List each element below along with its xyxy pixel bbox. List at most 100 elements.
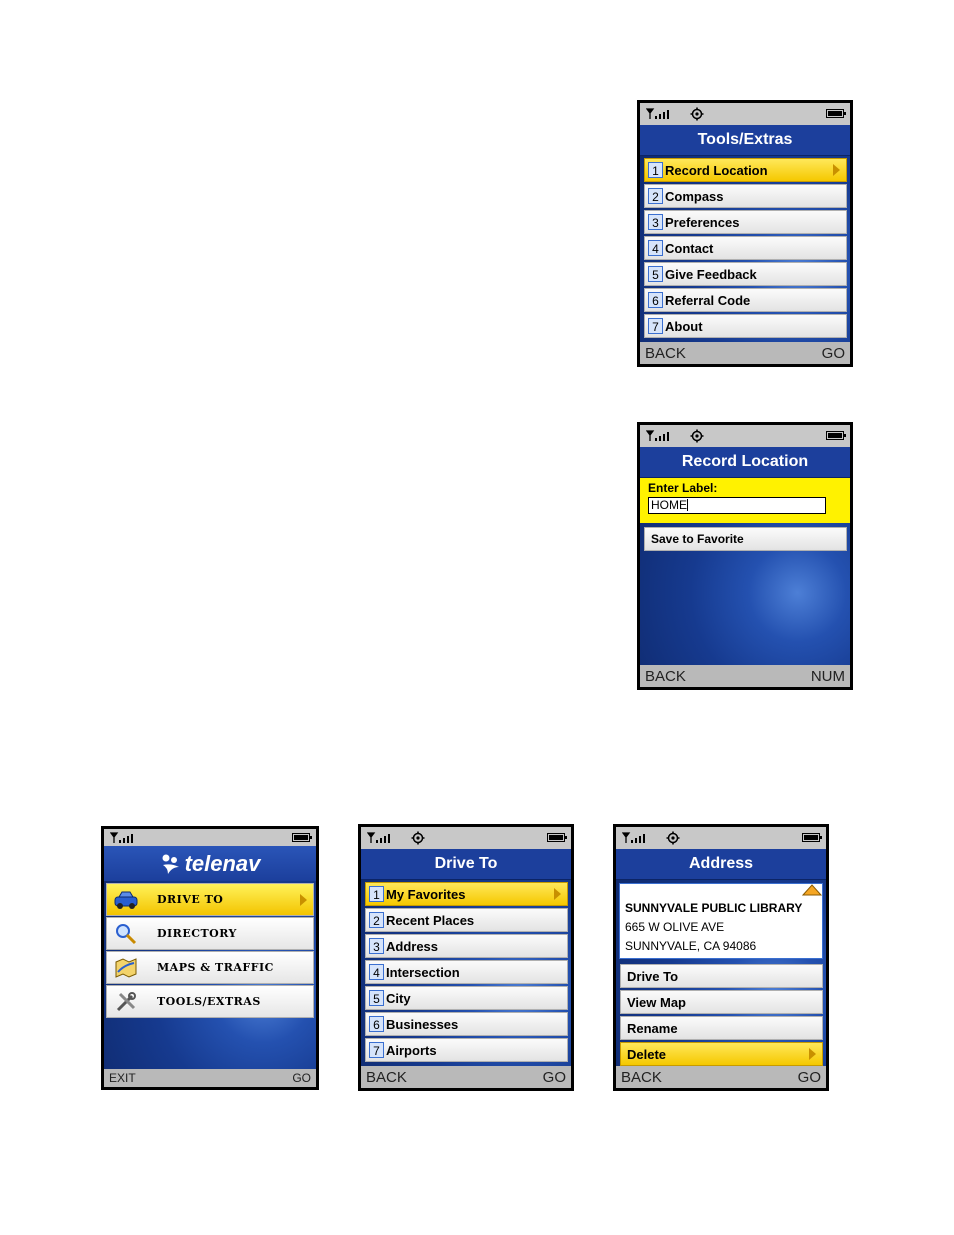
- street-address: 665 W OLIVE AVE: [625, 920, 725, 934]
- chevron-right-icon: [809, 1048, 816, 1060]
- menu-item-record-location[interactable]: 1 Record Location: [644, 158, 847, 182]
- item-number: 2: [648, 188, 663, 204]
- screen-title: Address: [616, 849, 826, 880]
- label-input-value: HOME: [651, 498, 687, 512]
- menu-item-my-favorites[interactable]: 1 My Favorites: [365, 882, 568, 906]
- action-list: Drive To View Map Rename Delete: [616, 962, 826, 1068]
- menu-item-recent-places[interactable]: 2 Recent Places: [365, 908, 568, 932]
- item-label: Delete: [627, 1046, 667, 1062]
- menu-item-preferences[interactable]: 3 Preferences: [644, 210, 847, 234]
- menu-item-referral-code[interactable]: 6 Referral Code: [644, 288, 847, 312]
- item-label: Give Feedback: [665, 266, 757, 282]
- city-state-zip: SUNNYVALE, CA 94086: [625, 939, 757, 953]
- status-bar: [640, 103, 850, 125]
- menu-item-businesses[interactable]: 6 Businesses: [365, 1012, 568, 1036]
- item-number: 3: [369, 938, 384, 954]
- go-softkey[interactable]: GO: [798, 1069, 821, 1086]
- softkey-bar: EXIT GO: [104, 1069, 316, 1087]
- item-number: 7: [648, 318, 663, 334]
- item-label: MAPS & TRAFFIC: [157, 961, 274, 974]
- status-bar: [616, 827, 826, 849]
- car-icon: [113, 889, 139, 911]
- telenav-logo-icon: [162, 854, 179, 874]
- battery-icon: [826, 109, 846, 118]
- battery-icon: [292, 833, 312, 842]
- softkey-bar: BACK NUM: [640, 665, 850, 687]
- chevron-right-icon: [833, 164, 840, 176]
- item-label: Recent Places: [386, 912, 475, 928]
- main-menu-list: DRIVE TO DIRECTORY MAPS & TRAFFIC TOOLS/…: [104, 882, 316, 1019]
- softkey-bar: BACK GO: [361, 1066, 571, 1088]
- chevron-right-icon: [300, 894, 307, 906]
- menu-item-city[interactable]: 5 City: [365, 986, 568, 1010]
- item-label: Referral Code: [665, 292, 751, 308]
- drive-to-button[interactable]: Drive To: [620, 964, 823, 988]
- go-softkey[interactable]: GO: [292, 1071, 311, 1085]
- tools-icon: [113, 991, 139, 1013]
- back-softkey[interactable]: BACK: [645, 668, 686, 685]
- item-number: 5: [648, 266, 663, 282]
- telenav-logo-text: telenav: [184, 850, 261, 876]
- item-label: DRIVE TO: [157, 893, 224, 906]
- signal-icon: [367, 832, 393, 844]
- place-name: SUNNYVALE PUBLIC LIBRARY: [625, 901, 803, 915]
- item-label: My Favorites: [386, 886, 466, 902]
- num-softkey[interactable]: NUM: [811, 668, 845, 685]
- delete-button[interactable]: Delete: [620, 1042, 823, 1066]
- exit-softkey[interactable]: EXIT: [109, 1071, 136, 1085]
- signal-icon: [622, 832, 648, 844]
- label-input[interactable]: HOME: [648, 497, 826, 514]
- logo-bar: telenav: [104, 846, 316, 881]
- view-map-button[interactable]: View Map: [620, 990, 823, 1014]
- drive-to-screen: Drive To 1 My Favorites 2 Recent Places …: [361, 827, 571, 1088]
- telenav-main-screen: telenav DRIVE TO DIRECTORY MAPS & TRAFFI…: [104, 829, 316, 1087]
- menu-list: 1 Record Location 2 Compass 3 Preference…: [640, 156, 850, 340]
- phone-telenav-main: telenav DRIVE TO DIRECTORY MAPS & TRAFFI…: [101, 826, 319, 1090]
- settings-gear-icon: [690, 429, 704, 443]
- save-to-favorite-button[interactable]: Save to Favorite: [644, 527, 847, 551]
- magnifier-icon: [113, 923, 139, 945]
- menu-item-address[interactable]: 3 Address: [365, 934, 568, 958]
- softkey-bar: BACK GO: [640, 342, 850, 364]
- rename-button[interactable]: Rename: [620, 1016, 823, 1040]
- scroll-up-icon[interactable]: [802, 884, 822, 896]
- item-label: TOOLS/EXTRAS: [157, 995, 261, 1008]
- address-card: SUNNYVALE PUBLIC LIBRARY 665 W OLIVE AVE…: [619, 883, 823, 959]
- screen-title: Record Location: [640, 447, 850, 478]
- label-entry-panel: Enter Label: HOME: [640, 478, 850, 523]
- menu-item-maps-traffic[interactable]: MAPS & TRAFFIC: [106, 951, 314, 984]
- menu-item-compass[interactable]: 2 Compass: [644, 184, 847, 208]
- item-label: Preferences: [665, 214, 740, 230]
- menu-item-give-feedback[interactable]: 5 Give Feedback: [644, 262, 847, 286]
- item-number: 6: [369, 1016, 384, 1032]
- back-softkey[interactable]: BACK: [645, 345, 686, 362]
- item-label: City: [386, 990, 411, 1006]
- phone-tools-extras: Tools/Extras 1 Record Location 2 Compass…: [637, 100, 853, 367]
- save-to-favorite-label: Save to Favorite: [651, 532, 744, 546]
- phone-record-location: Record Location Enter Label: HOME Save t…: [637, 422, 853, 690]
- battery-icon: [547, 833, 567, 842]
- screen-title: Drive To: [361, 849, 571, 880]
- menu-item-tools-extras[interactable]: TOOLS/EXTRAS: [106, 985, 314, 1018]
- menu-item-contact[interactable]: 4 Contact: [644, 236, 847, 260]
- menu-item-drive-to[interactable]: DRIVE TO: [106, 883, 314, 916]
- item-label: Drive To: [627, 968, 679, 984]
- back-softkey[interactable]: BACK: [366, 1069, 407, 1086]
- tools-extras-screen: Tools/Extras 1 Record Location 2 Compass…: [640, 103, 850, 364]
- menu-item-airports[interactable]: 7 Airports: [365, 1038, 568, 1062]
- item-number: 2: [369, 912, 384, 928]
- go-softkey[interactable]: GO: [822, 345, 845, 362]
- item-label: Intersection: [386, 964, 460, 980]
- item-number: 1: [369, 886, 384, 902]
- item-label: Rename: [627, 1020, 678, 1036]
- phone-drive-to: Drive To 1 My Favorites 2 Recent Places …: [358, 824, 574, 1091]
- item-label: Contact: [665, 240, 714, 256]
- menu-item-directory[interactable]: DIRECTORY: [106, 917, 314, 950]
- screen-title: Tools/Extras: [640, 125, 850, 156]
- item-label: DIRECTORY: [157, 927, 237, 940]
- menu-item-about[interactable]: 7 About: [644, 314, 847, 338]
- go-softkey[interactable]: GO: [543, 1069, 566, 1086]
- back-softkey[interactable]: BACK: [621, 1069, 662, 1086]
- menu-item-intersection[interactable]: 4 Intersection: [365, 960, 568, 984]
- phone-address: Address SUNNYVALE PUBLIC LIBRARY 665 W O…: [613, 824, 829, 1091]
